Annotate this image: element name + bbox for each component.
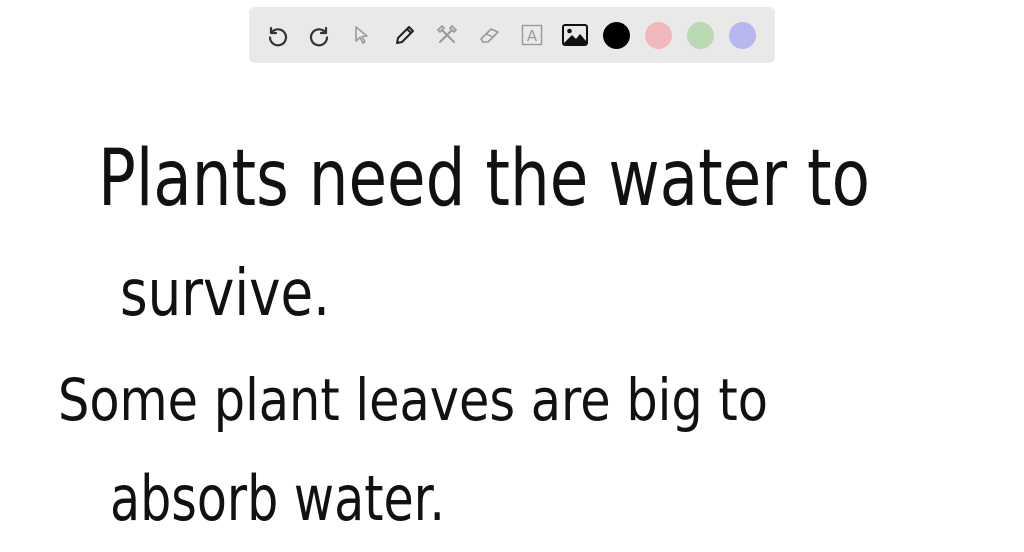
handwritten-line-3: Some plant leaves are big to (58, 366, 768, 434)
whiteboard-canvas[interactable]: A Plants need the water to survive. Some… (0, 0, 1024, 552)
handwriting-layer: Plants need the water to survive. Some p… (58, 134, 870, 535)
handwritten-line-1: Plants need the water to (98, 134, 870, 224)
handwritten-line-2: survive. (120, 257, 330, 331)
handwritten-line-4: absorb water. (110, 462, 445, 535)
